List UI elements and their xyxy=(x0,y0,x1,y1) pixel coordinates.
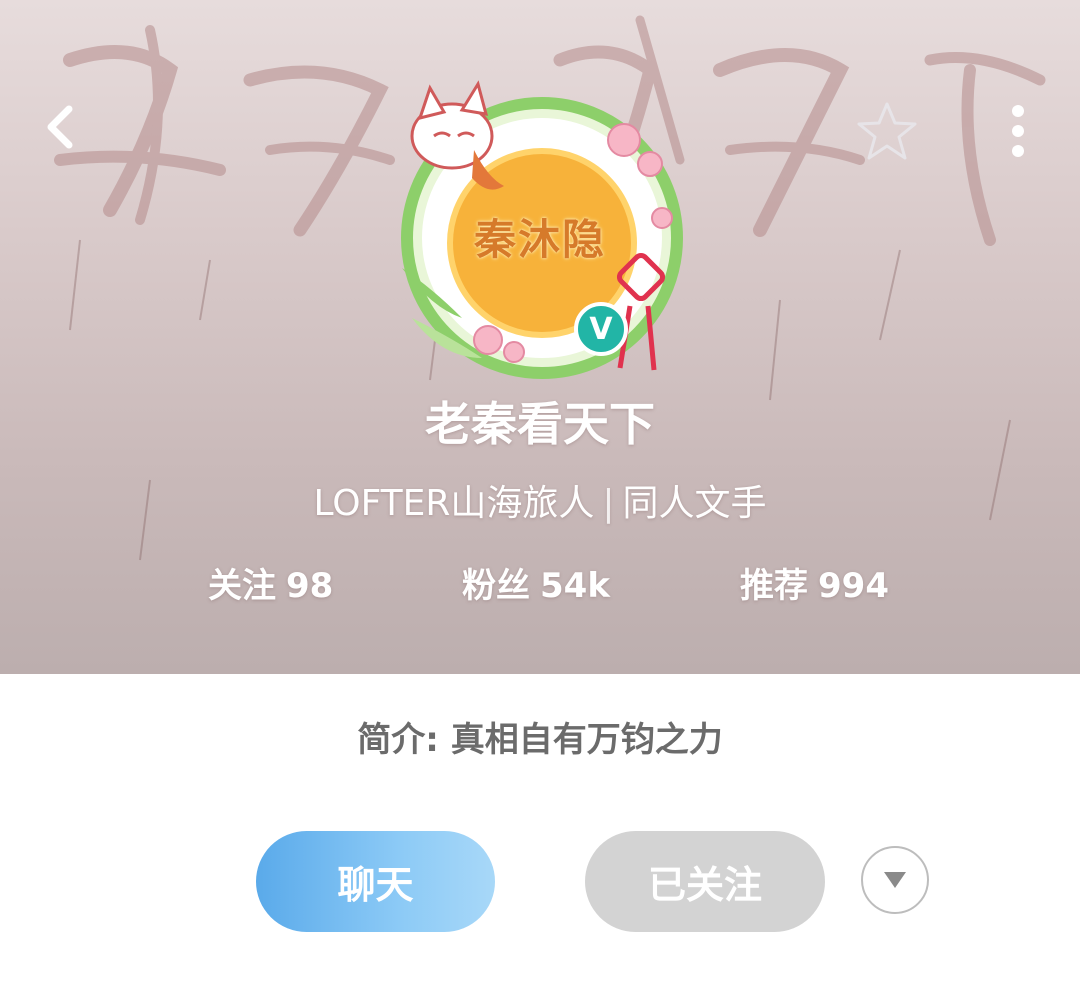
profile-header: 秦沐隐 V 老秦看天下 LOFTER山海旅人 | 同人文手 关注 98 粉丝 54k 推… xyxy=(0,0,1080,674)
stat-following-value: 98 xyxy=(286,566,334,606)
tagline-separator: | xyxy=(602,483,615,524)
stat-followers-label: 粉丝 xyxy=(462,566,530,606)
favorite-button[interactable] xyxy=(852,96,922,166)
chat-button[interactable]: 聊天 xyxy=(256,831,495,932)
more-vertical-icon xyxy=(1012,105,1024,157)
profile-bio: 简介: 真相自有万钧之力 xyxy=(357,720,723,760)
more-options-button[interactable] xyxy=(990,96,1046,166)
stat-following[interactable]: 关注 98 xyxy=(208,558,333,607)
stat-recommended-label: 推荐 xyxy=(740,566,808,606)
tagline-title: LOFTER山海旅人 xyxy=(313,483,595,524)
avatar-name-art: 秦沐隐 xyxy=(473,215,606,264)
fox-mask-decoration xyxy=(410,80,494,170)
stat-followers-value: 54k xyxy=(540,566,610,606)
more-actions-dropdown-button[interactable] xyxy=(861,846,929,914)
stat-followers[interactable]: 粉丝 54k xyxy=(462,558,610,607)
stat-recommended-value: 994 xyxy=(818,566,889,606)
chevron-left-icon xyxy=(47,105,73,149)
stat-recommended[interactable]: 推荐 994 xyxy=(740,558,889,607)
user-tagline: LOFTER山海旅人 | 同人文手 xyxy=(0,474,1080,526)
username: 老秦看天下 xyxy=(425,397,655,451)
followed-button-label: 已关注 xyxy=(647,863,762,907)
followed-button[interactable]: 已关注 xyxy=(585,831,825,932)
triangle-down-icon xyxy=(884,872,906,888)
profile-stats: 关注 98 粉丝 54k 推荐 994 xyxy=(0,558,1080,608)
chat-button-label: 聊天 xyxy=(337,863,414,907)
verified-badge: V xyxy=(574,302,628,356)
stat-following-label: 关注 xyxy=(208,566,276,606)
back-button[interactable] xyxy=(30,92,90,162)
star-outline-icon xyxy=(857,102,917,160)
tagline-role: 同人文手 xyxy=(622,483,767,524)
